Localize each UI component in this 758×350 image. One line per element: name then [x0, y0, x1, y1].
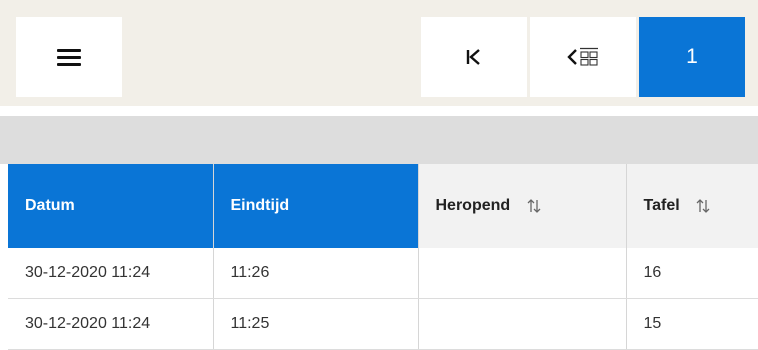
column-header-heropend[interactable]: Heropend	[418, 164, 627, 248]
column-header-datum[interactable]: Datum	[8, 164, 214, 248]
cell-eindtijd: 11:25	[213, 298, 419, 350]
column-header-label: Eindtijd	[230, 197, 290, 214]
table-row[interactable]: 30-12-2020 11:24 11:25 15	[8, 298, 758, 350]
table-header-row: Datum Eindtijd Heropend Tafel	[8, 164, 758, 248]
data-table: Datum Eindtijd Heropend Tafel 30-12-2020…	[8, 164, 758, 350]
cell-datum: 30-12-2020 11:24	[8, 248, 214, 299]
cell-heropend	[418, 248, 627, 299]
filter-bar	[0, 116, 758, 164]
first-page-icon	[466, 49, 480, 65]
sort-icon[interactable]	[696, 198, 710, 214]
menu-button[interactable]	[16, 17, 122, 97]
column-header-label: Tafel	[643, 197, 680, 214]
cell-eindtijd: 11:26	[213, 248, 419, 299]
previous-grid-icon	[567, 47, 598, 66]
table-row[interactable]: 30-12-2020 11:24 11:26 16	[8, 248, 758, 299]
top-toolbar: 1	[0, 0, 758, 106]
cell-tafel: 15	[626, 298, 758, 350]
column-header-eindtijd[interactable]: Eindtijd	[213, 164, 419, 248]
sort-icon[interactable]	[527, 198, 541, 214]
cell-datum: 30-12-2020 11:24	[8, 298, 214, 350]
column-header-label: Heropend	[435, 197, 511, 214]
hamburger-menu-icon	[57, 47, 81, 67]
column-header-tafel[interactable]: Tafel	[626, 164, 758, 248]
cell-heropend	[418, 298, 627, 350]
column-header-label: Datum	[25, 197, 75, 214]
cell-tafel: 16	[626, 248, 758, 299]
first-page-button[interactable]	[421, 17, 527, 97]
previous-page-button[interactable]	[530, 17, 636, 97]
page-number-button[interactable]: 1	[639, 17, 745, 97]
page-number-label: 1	[686, 45, 698, 68]
